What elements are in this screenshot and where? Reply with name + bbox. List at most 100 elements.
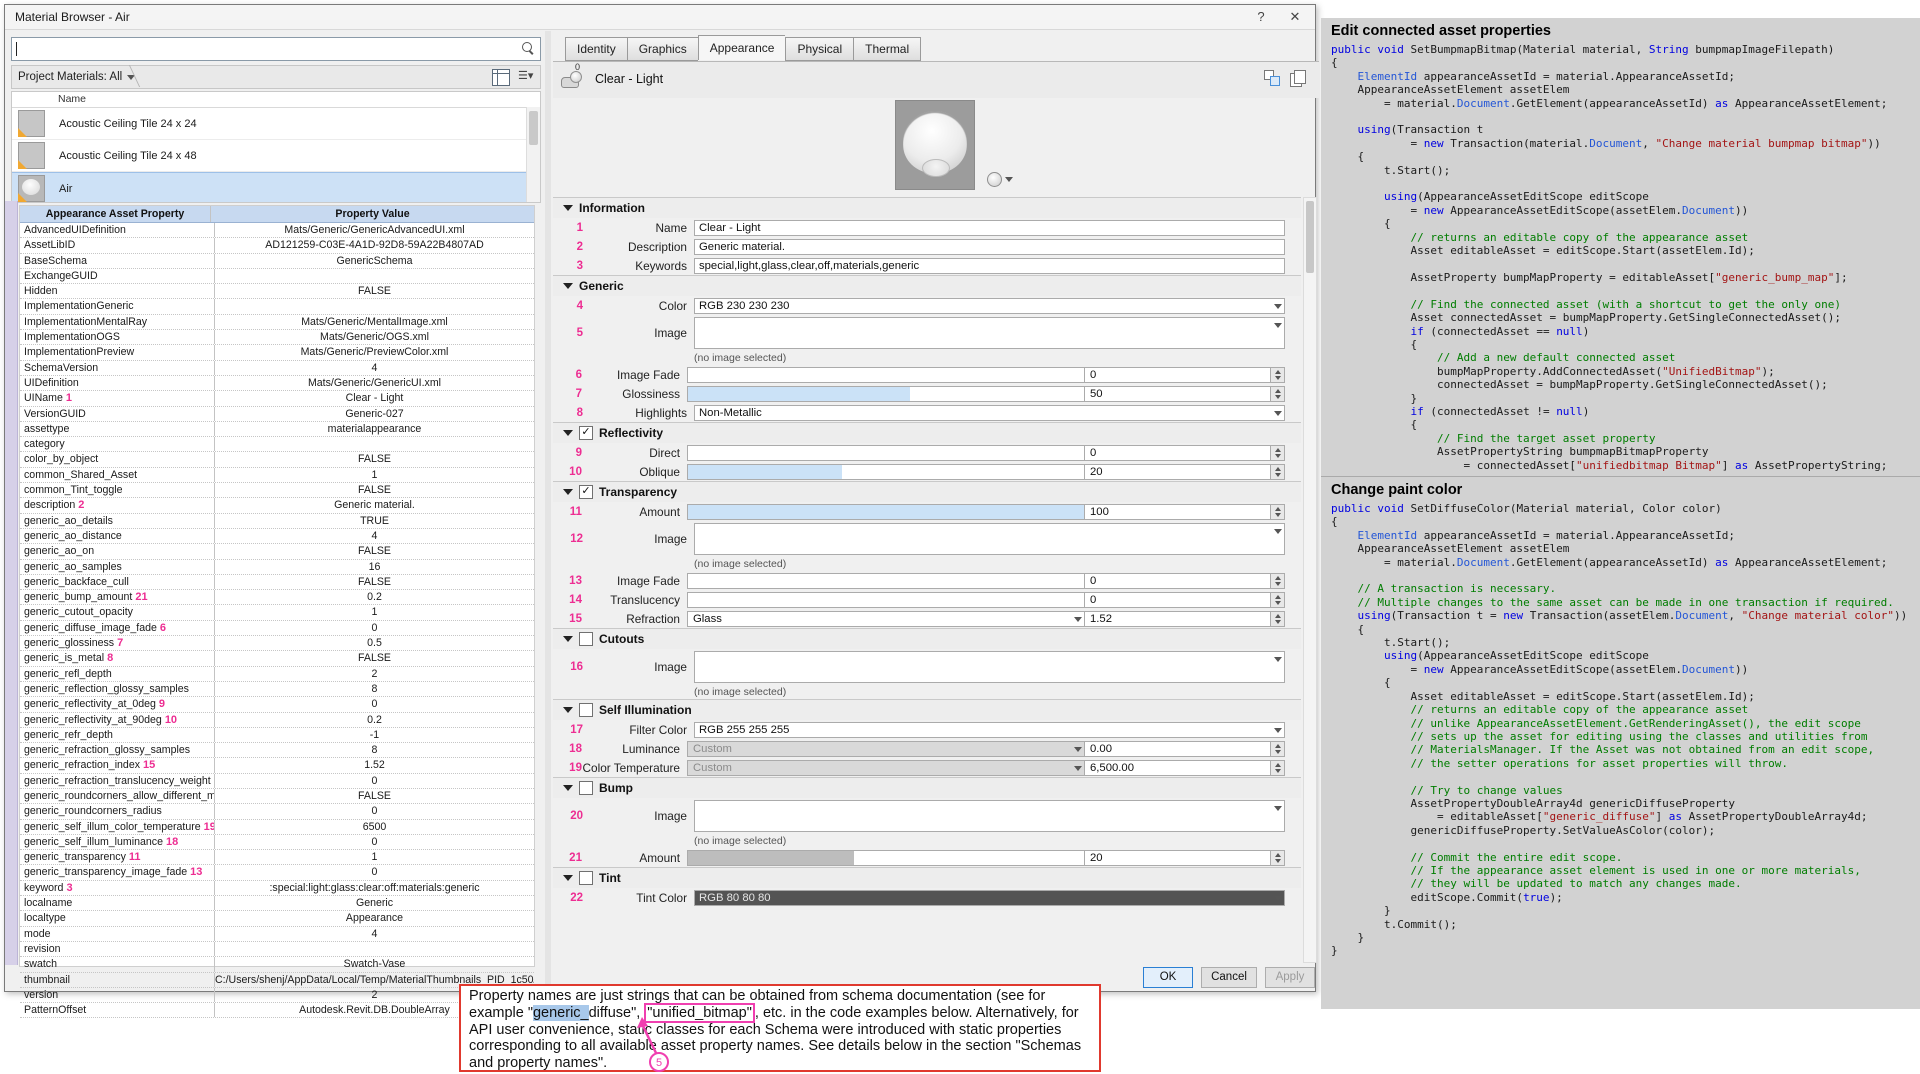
table-row[interactable]: generic_glossiness70.5 xyxy=(20,636,534,651)
color-field[interactable]: RGB 255 255 255 xyxy=(694,722,1285,738)
value-box[interactable]: 0 xyxy=(1085,592,1271,608)
table-row[interactable]: AssetLibIDAD121259-C03E-4A1D-92D8-59A22B… xyxy=(20,238,534,253)
table-row[interactable]: generic_ao_onFALSE xyxy=(20,544,534,559)
slider-track[interactable] xyxy=(687,445,1085,461)
spinner-control[interactable] xyxy=(1271,850,1285,866)
collapse-triangle-icon[interactable] xyxy=(563,430,573,436)
table-row[interactable]: generic_transparency_image_fade130 xyxy=(20,865,534,880)
table-row[interactable]: generic_reflectivity_at_90deg100.2 xyxy=(20,713,534,728)
spinner-control[interactable] xyxy=(1271,445,1285,461)
editor-scrollbar[interactable] xyxy=(1303,197,1317,963)
table-row[interactable]: generic_roundcorners_radius0 xyxy=(20,804,534,819)
value-box[interactable]: 0 xyxy=(1085,367,1271,383)
list-options-icon[interactable]: ☰▾ xyxy=(518,69,534,84)
spinner-control[interactable] xyxy=(1271,464,1285,480)
table-row[interactable]: generic_refraction_glossy_samples8 xyxy=(20,743,534,758)
value-box[interactable]: 0.00 xyxy=(1085,741,1271,757)
cancel-button[interactable]: Cancel xyxy=(1201,967,1257,988)
close-button[interactable]: ✕ xyxy=(1281,7,1309,27)
table-row[interactable]: mode4 xyxy=(20,927,534,942)
value-box[interactable]: 0 xyxy=(1085,573,1271,589)
table-row[interactable]: BaseSchemaGenericSchema xyxy=(20,254,534,269)
image-field[interactable] xyxy=(694,651,1285,683)
table-row[interactable]: common_Shared_Asset1 xyxy=(20,468,534,483)
table-row[interactable]: generic_cutout_opacity1 xyxy=(20,605,534,620)
table-row[interactable]: generic_refr_depth-1 xyxy=(20,728,534,743)
slider-track[interactable] xyxy=(687,504,1085,520)
split-view-icon[interactable] xyxy=(492,69,510,86)
spinner-control[interactable] xyxy=(1271,504,1285,520)
value-box[interactable]: 6,500.00 xyxy=(1085,760,1271,776)
image-field[interactable] xyxy=(694,523,1285,555)
table-row[interactable]: VersionGUIDGeneric-027 xyxy=(20,407,534,422)
collapse-triangle-icon[interactable] xyxy=(563,875,573,881)
section-checkbox[interactable]: ✓ xyxy=(579,426,593,440)
material-list-item[interactable]: Acoustic Ceiling Tile 24 x 24 xyxy=(12,108,540,140)
table-row[interactable]: color_by_objectFALSE xyxy=(20,452,534,467)
table-row[interactable]: generic_ao_detailsTRUE xyxy=(20,514,534,529)
section-checkbox[interactable] xyxy=(579,781,593,795)
table-row[interactable]: common_Tint_toggleFALSE xyxy=(20,483,534,498)
collapse-triangle-icon[interactable] xyxy=(563,785,573,791)
dropdown[interactable]: Glass xyxy=(687,611,1085,627)
section-header-generic[interactable]: Generic xyxy=(553,275,1301,296)
table-row[interactable]: generic_refraction_translucency_weight14… xyxy=(20,774,534,789)
table-header-property[interactable]: Appearance Asset Property xyxy=(20,206,211,222)
table-row[interactable]: ExchangeGUID xyxy=(20,269,534,284)
color-field[interactable]: RGB 80 80 80 xyxy=(694,890,1285,906)
table-row[interactable]: UIDefinitionMats/Generic/GenericUI.xml xyxy=(20,376,534,391)
tab-identity[interactable]: Identity xyxy=(565,37,627,61)
table-row[interactable]: generic_roundcorners_allow_different_mat… xyxy=(20,789,534,804)
section-header-cutouts[interactable]: Cutouts xyxy=(553,628,1301,649)
table-row[interactable]: generic_reflectivity_at_0deg90 xyxy=(20,697,534,712)
table-row[interactable]: generic_ao_samples16 xyxy=(20,560,534,575)
material-list-item[interactable]: Air xyxy=(12,172,540,203)
section-header-reflectivity[interactable]: ✓Reflectivity xyxy=(553,422,1301,443)
title-bar[interactable]: Material Browser - Air xyxy=(5,5,1315,30)
slider-track[interactable] xyxy=(687,592,1085,608)
table-row[interactable]: generic_refraction_index151.52 xyxy=(20,758,534,773)
slider-track[interactable] xyxy=(687,367,1085,383)
text-field[interactable]: special,light,glass,clear,off,materials,… xyxy=(694,258,1285,274)
table-row[interactable]: SchemaVersion4 xyxy=(20,361,534,376)
table-row[interactable]: thumbnailC:/Users/shenj/AppData/Local/Te… xyxy=(20,973,534,988)
section-header-information[interactable]: Information xyxy=(553,198,1301,218)
tab-physical[interactable]: Physical xyxy=(785,37,853,61)
duplicate-asset-icon[interactable] xyxy=(1290,70,1305,86)
code-block[interactable]: public void SetDiffuseColor(Material mat… xyxy=(1331,502,1910,958)
list-header-name[interactable]: Name xyxy=(12,92,540,108)
value-box[interactable]: 50 xyxy=(1085,386,1271,402)
table-row[interactable]: generic_is_metal8FALSE xyxy=(20,651,534,666)
materials-scrollbar[interactable] xyxy=(526,107,540,202)
preview-scene-dropdown[interactable] xyxy=(987,171,1013,187)
table-row[interactable]: swatchSwatch-Vase xyxy=(20,957,534,972)
table-row[interactable]: generic_reflection_glossy_samples8 xyxy=(20,682,534,697)
spinner-control[interactable] xyxy=(1271,386,1285,402)
slider-track[interactable] xyxy=(687,386,1085,402)
swap-asset-icon[interactable] xyxy=(1264,70,1280,86)
table-row[interactable]: localnameGeneric xyxy=(20,896,534,911)
table-row[interactable]: category xyxy=(20,437,534,452)
section-checkbox[interactable]: ✓ xyxy=(579,485,593,499)
collapse-triangle-icon[interactable] xyxy=(563,283,573,289)
table-row[interactable]: version2 xyxy=(20,988,534,1003)
value-box[interactable]: 100 xyxy=(1085,504,1271,520)
table-row[interactable]: ImplementationGeneric xyxy=(20,299,534,314)
spinner-control[interactable] xyxy=(1271,760,1285,776)
table-row[interactable]: revision xyxy=(20,942,534,957)
color-field[interactable]: RGB 230 230 230 xyxy=(694,298,1285,314)
code-block[interactable]: public void SetBumpmapBitmap(Material ma… xyxy=(1331,43,1910,472)
section-checkbox[interactable] xyxy=(579,632,593,646)
table-row[interactable]: description2Generic material. xyxy=(20,498,534,513)
table-row[interactable]: generic_refl_depth2 xyxy=(20,667,534,682)
table-row[interactable]: ImplementationPreviewMats/Generic/Previe… xyxy=(20,345,534,360)
ok-button[interactable]: OK xyxy=(1143,967,1193,988)
section-checkbox[interactable] xyxy=(579,871,593,885)
pane-splitter[interactable] xyxy=(545,31,551,989)
tab-appearance[interactable]: Appearance xyxy=(698,35,786,60)
collapse-triangle-icon[interactable] xyxy=(563,489,573,495)
spinner-control[interactable] xyxy=(1271,573,1285,589)
image-field[interactable] xyxy=(694,317,1285,349)
collapse-triangle-icon[interactable] xyxy=(563,636,573,642)
collapse-triangle-icon[interactable] xyxy=(563,205,573,211)
